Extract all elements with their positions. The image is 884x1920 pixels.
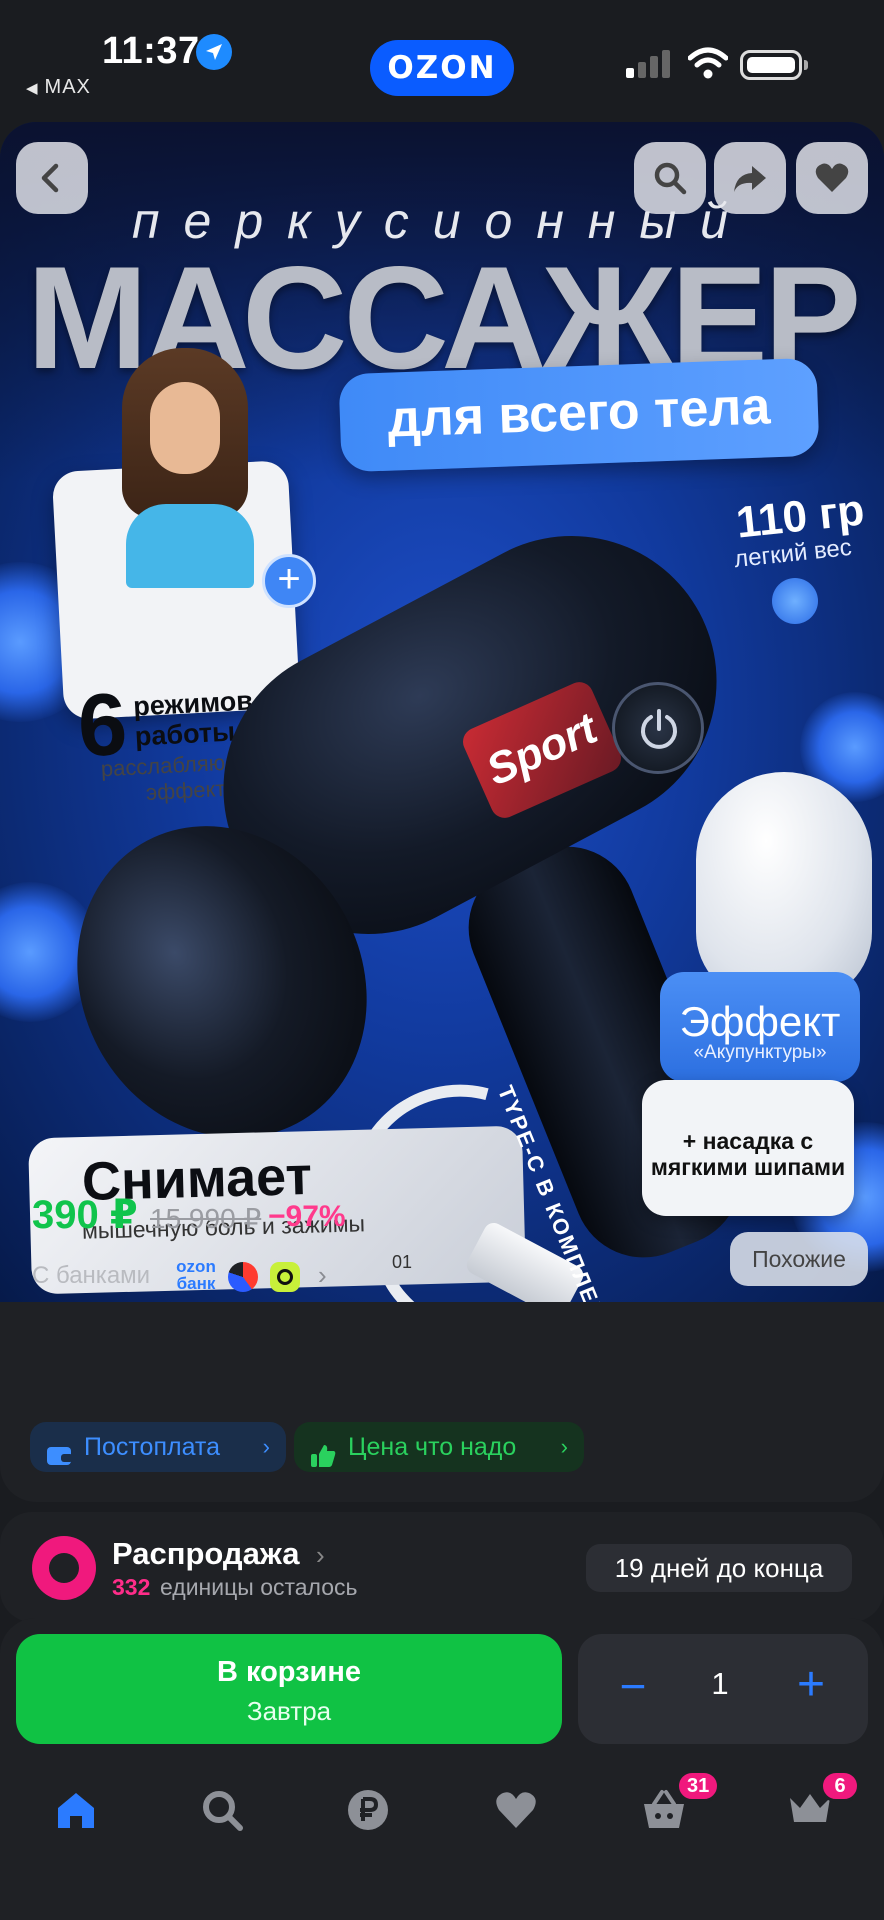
thumbs-up-icon (310, 1435, 336, 1485)
chevron-right-icon: › (262, 1434, 270, 1459)
share-arrow-icon (734, 166, 766, 192)
favorite-button[interactable] (796, 142, 868, 214)
attachment-text: + насадка с мягкими шипами (650, 1128, 846, 1180)
stock-count: 332 (112, 1574, 151, 1600)
ozon-logo: OZON (370, 40, 514, 96)
ozon-bank-logo: ozon банк (176, 1257, 216, 1293)
back-triangle-icon: ◀ (26, 80, 39, 97)
wallet-icon (46, 1435, 74, 1485)
similar-button[interactable]: Похожие (730, 1232, 868, 1286)
home-icon (58, 1793, 94, 1828)
heart-icon (815, 163, 849, 192)
search-icon (654, 162, 687, 195)
bank-logo-icon (228, 1262, 258, 1292)
banks-label: С банками (32, 1262, 151, 1289)
product-image[interactable]: перкусионный МАССАЖЕР для всего тела 110… (0, 122, 884, 1302)
cellular-signal-icon (626, 50, 674, 78)
heart-icon (496, 1792, 536, 1828)
sale-title: Распродажа (112, 1536, 300, 1571)
spiked-nozzle (696, 772, 872, 1002)
clock: 11:37 (102, 30, 200, 72)
power-icon (612, 682, 704, 774)
chevron-right-icon: › (560, 1434, 568, 1459)
wifi-icon (687, 46, 729, 85)
chevron-right-icon: › (316, 1540, 325, 1570)
good-price-tag[interactable]: Цена что надо › (294, 1422, 584, 1472)
delivery-date: Завтра (246, 1696, 332, 1726)
discount-badge: −97% (268, 1200, 346, 1233)
model-photo (100, 348, 280, 588)
tab-home[interactable] (46, 1780, 106, 1840)
tab-finance[interactable] (338, 1780, 398, 1840)
decrease-quantity-button[interactable]: − (608, 1660, 658, 1716)
chevron-right-icon: › (318, 1260, 327, 1290)
share-button[interactable] (714, 142, 786, 214)
ruble-icon (348, 1790, 388, 1830)
quantity-value: 1 (711, 1666, 729, 1701)
postpay-tag[interactable]: Постоплата › (30, 1422, 286, 1472)
back-button[interactable] (16, 142, 88, 214)
in-cart-label: В корзине (216, 1656, 362, 1688)
hero-pill: для всего тела (338, 357, 820, 473)
sale-logo-icon (32, 1536, 96, 1600)
relieves-number: 01 (392, 1252, 413, 1272)
profile-count-badge: 6 (820, 1770, 860, 1802)
chevron-left-icon (41, 163, 59, 193)
cart-count-badge: 31 (676, 1770, 721, 1802)
search-icon (203, 1791, 243, 1831)
tab-bar: 31 6 (0, 1770, 884, 1890)
status-bar: 11:37 ◀ MAX OZON (0, 0, 884, 120)
location-arrow-icon (196, 34, 232, 70)
increase-quantity-button[interactable]: + (786, 1658, 836, 1714)
plus-badge-icon: + (262, 554, 316, 608)
battery-icon (740, 50, 808, 80)
in-cart-button[interactable] (16, 1634, 562, 1744)
product-card: перкусионный МАССАЖЕР для всего тела 110… (0, 122, 884, 1502)
effect-subtitle: «Акупунктуры» (693, 1042, 827, 1063)
sale-timer: 19 дней до конца (586, 1544, 852, 1592)
tab-favorites[interactable] (486, 1780, 546, 1840)
good-price-label: Цена что надо (348, 1433, 517, 1461)
bank-logo-icon (270, 1262, 300, 1292)
effect-title: Эффект (679, 998, 841, 1045)
old-price: 15 990 ₽ (150, 1203, 262, 1234)
postpay-label: Постоплата (84, 1433, 220, 1461)
tab-search[interactable] (192, 1780, 252, 1840)
feather-icon (772, 578, 818, 624)
current-price: 390 ₽ (32, 1193, 138, 1237)
back-app-label: MAX (44, 76, 91, 98)
search-button[interactable] (634, 142, 706, 214)
back-to-app-link[interactable]: ◀ MAX (26, 76, 91, 99)
stock-label: единицы осталось (160, 1574, 358, 1600)
